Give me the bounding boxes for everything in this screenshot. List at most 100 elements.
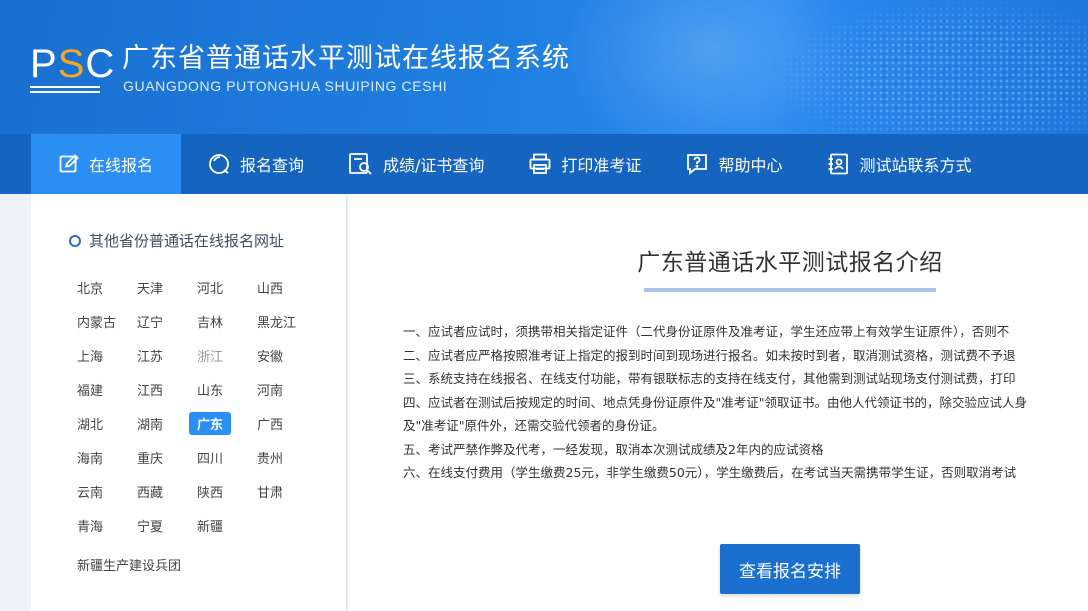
province-link[interactable]: 广东 bbox=[187, 406, 247, 440]
province-label: 浙江 bbox=[197, 349, 224, 365]
province-link[interactable]: 四川 bbox=[187, 440, 247, 474]
province-link[interactable]: 江西 bbox=[127, 372, 187, 406]
province-label: 广东 bbox=[189, 411, 232, 435]
main-nav: 在线报名 报名查询 成绩/证书查询 打印准考证 帮助中心 测试站联系方式 bbox=[0, 134, 1088, 194]
site-title: 广东省普通话水平测试在线报名系统 bbox=[122, 43, 570, 74]
contact-card-icon bbox=[828, 153, 849, 175]
province-link[interactable]: 北京 bbox=[67, 270, 127, 304]
province-link[interactable]: 江苏 bbox=[127, 338, 187, 372]
province-label: 河南 bbox=[257, 383, 284, 399]
province-label: 江苏 bbox=[137, 349, 164, 365]
province-link[interactable]: 贵州 bbox=[247, 440, 307, 474]
rule-line: 二、应试者应严格按照准考证上指定的报到时间到现场进行报名。如未按时到者，取消测试… bbox=[403, 347, 1016, 363]
search-icon bbox=[209, 154, 229, 174]
rule-line: 五、考试严禁作弊及代考，一经发现，取消本次测试成绩及2年内的应试资格 bbox=[403, 441, 824, 457]
province-label: 甘肃 bbox=[257, 485, 284, 501]
nav-label: 帮助中心 bbox=[718, 156, 783, 175]
province-link[interactable]: 西藏 bbox=[127, 474, 187, 508]
province-link[interactable]: 内蒙古 bbox=[67, 304, 127, 338]
province-label: 河北 bbox=[197, 281, 224, 297]
certificate-search-icon bbox=[349, 153, 372, 175]
registration-rules: 一、应试者应试时，须携带相关指定证件（二代身份证原件及准考证，学生还应带上有效学… bbox=[403, 320, 1088, 485]
main-content: 广东普通话水平测试报名介绍 一、应试者应试时，须携带相关指定证件（二代身份证原件… bbox=[348, 194, 1088, 611]
nav-help-center[interactable]: 帮助中心 bbox=[659, 134, 800, 194]
province-label: 新疆 bbox=[197, 519, 224, 535]
province-link[interactable]: 青海 bbox=[67, 508, 127, 542]
nav-print-admission-ticket[interactable]: 打印准考证 bbox=[502, 134, 659, 194]
rule-line: 一、应试者应试时，须携带相关指定证件（二代身份证原件及准考证，学生还应带上有效学… bbox=[403, 324, 1010, 339]
page-title: 广东普通话水平测试报名介绍 bbox=[637, 250, 943, 276]
province-label: 四川 bbox=[197, 451, 224, 467]
province-label: 湖南 bbox=[137, 417, 164, 433]
province-link[interactable]: 黑龙江 bbox=[247, 304, 307, 338]
sidebar-title-text: 其他省份普通话在线报名网址 bbox=[89, 232, 285, 250]
title-underline bbox=[644, 288, 936, 292]
province-link[interactable]: 宁夏 bbox=[127, 508, 187, 542]
province-link[interactable]: 河南 bbox=[247, 372, 307, 406]
province-label: 吉林 bbox=[197, 315, 224, 331]
psc-logo-text: PSC bbox=[30, 42, 116, 86]
province-label: 黑龙江 bbox=[257, 315, 297, 331]
province-link[interactable]: 广西 bbox=[247, 406, 307, 440]
province-link[interactable]: 新疆 bbox=[187, 508, 247, 542]
view-registration-schedule-button[interactable]: 查看报名安排 bbox=[720, 544, 860, 594]
province-label: 辽宁 bbox=[137, 315, 164, 331]
printer-icon bbox=[530, 153, 551, 174]
province-link[interactable]: 海南 bbox=[67, 440, 127, 474]
province-label: 重庆 bbox=[137, 451, 164, 467]
site-header: PSC 广东省普通话水平测试在线报名系统 GUANGDONG PUTONGHUA… bbox=[0, 0, 1088, 134]
nav-label: 成绩/证书查询 bbox=[383, 156, 485, 175]
province-link[interactable]: 福建 bbox=[67, 372, 127, 406]
psc-logo[interactable]: PSC bbox=[30, 42, 116, 96]
province-label: 山西 bbox=[257, 281, 284, 297]
province-label: 福建 bbox=[77, 383, 104, 399]
nav-score-certificate-query[interactable]: 成绩/证书查询 bbox=[322, 134, 502, 194]
site-subtitle: GUANGDONG PUTONGHUA SHUIPING CESHI bbox=[123, 78, 448, 94]
province-label: 青海 bbox=[77, 519, 104, 535]
nav-registration-query[interactable]: 报名查询 bbox=[181, 134, 322, 194]
province-label: 天津 bbox=[137, 281, 164, 297]
nav-test-station-contact[interactable]: 测试站联系方式 bbox=[800, 134, 989, 194]
rule-line: 三、系统支持在线报名、在线支付功能，带有银联标志的支持在线支付，其他需到测试站现… bbox=[403, 371, 1016, 386]
sidebar-heading: 其他省份普通话在线报名网址 bbox=[69, 230, 284, 251]
province-link[interactable]: 陕西 bbox=[187, 474, 247, 508]
world-map-dots-decoration bbox=[668, 0, 1088, 134]
province-link: 浙江 bbox=[187, 338, 247, 372]
province-sidebar: 其他省份普通话在线报名网址 北京 天津 河北 山西内蒙古 辽宁 吉林 黑龙江上海 江苏 浙江 安徽… bbox=[31, 194, 347, 611]
province-label: 宁夏 bbox=[137, 519, 164, 535]
province-link-xinjiang-bingtuan[interactable]: 新疆生产建设兵团 bbox=[77, 555, 181, 574]
province-link[interactable]: 湖南 bbox=[127, 406, 187, 440]
rule-line: 四、应试者在测试后按规定的时间、地点凭身份证原件及"准考证"领取证书。由他人代领… bbox=[403, 394, 1028, 410]
province-label: 广西 bbox=[257, 417, 284, 433]
province-link[interactable]: 天津 bbox=[127, 270, 187, 304]
province-link[interactable]: 河北 bbox=[187, 270, 247, 304]
nav-online-registration[interactable]: 在线报名 bbox=[31, 134, 181, 194]
nav-label: 报名查询 bbox=[240, 156, 305, 175]
province-label: 北京 bbox=[77, 281, 104, 297]
province-link[interactable]: 甘肃 bbox=[247, 474, 307, 508]
province-link[interactable]: 辽宁 bbox=[127, 304, 187, 338]
province-label: 云南 bbox=[77, 485, 104, 501]
book-icon bbox=[30, 86, 100, 93]
province-label: 山东 bbox=[197, 383, 224, 399]
edit-icon bbox=[59, 154, 79, 173]
province-label: 上海 bbox=[77, 349, 104, 365]
rule-line: 及"准考证"原件外，还需交验代领者的身份证。 bbox=[403, 418, 665, 433]
province-link[interactable]: 云南 bbox=[67, 474, 127, 508]
province-label: 贵州 bbox=[257, 451, 284, 467]
province-link[interactable]: 山东 bbox=[187, 372, 247, 406]
nav-label: 测试站联系方式 bbox=[859, 156, 972, 175]
province-label: 西藏 bbox=[137, 485, 164, 501]
nav-label: 打印准考证 bbox=[561, 156, 642, 175]
province-link-grid: 北京 天津 河北 山西内蒙古 辽宁 吉林 黑龙江上海 江苏 浙江 安徽福建 江西 山东 河南湖北 湖南 广东… bbox=[67, 270, 327, 542]
province-link[interactable]: 重庆 bbox=[127, 440, 187, 474]
province-label: 内蒙古 bbox=[77, 315, 117, 331]
province-link[interactable]: 上海 bbox=[67, 338, 127, 372]
province-link[interactable]: 安徽 bbox=[247, 338, 307, 372]
province-link[interactable]: 吉林 bbox=[187, 304, 247, 338]
province-link[interactable]: 山西 bbox=[247, 270, 307, 304]
province-link[interactable]: 湖北 bbox=[67, 406, 127, 440]
circle-bullet-icon bbox=[69, 234, 81, 247]
nav-label: 在线报名 bbox=[89, 156, 154, 175]
province-label: 江西 bbox=[137, 383, 164, 399]
